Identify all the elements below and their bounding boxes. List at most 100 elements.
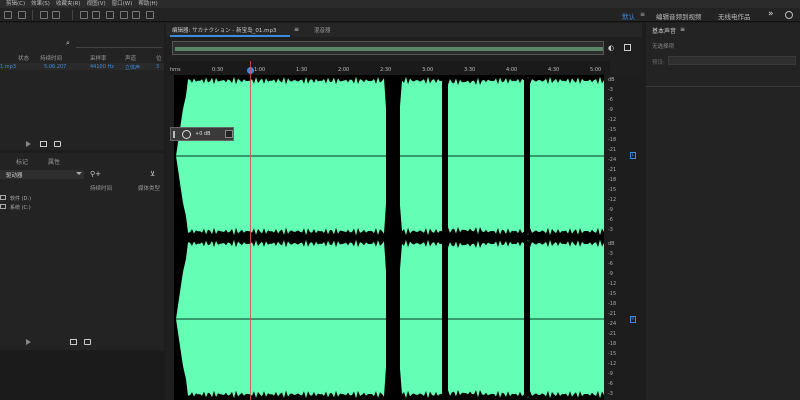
menu-clip[interactable]: 剪辑(C) xyxy=(6,0,25,8)
workspace-overflow-icon[interactable]: » xyxy=(768,9,774,19)
workspace-menu-icon[interactable]: ≡ xyxy=(640,11,645,18)
menu-view[interactable]: 视图(V) xyxy=(87,0,106,8)
channel-badge[interactable]: L xyxy=(630,152,636,160)
marquee-tool-icon[interactable] xyxy=(120,11,128,19)
waveform-view-icon[interactable] xyxy=(4,11,12,19)
file-name: 1.mp3 xyxy=(0,64,16,70)
waveform-overview[interactable] xyxy=(172,41,604,55)
playhead[interactable] xyxy=(250,61,251,400)
export-icon[interactable] xyxy=(70,339,77,345)
panel-title: 基本声音 xyxy=(652,28,677,35)
menu-effects[interactable]: 效果(S) xyxy=(31,0,50,8)
db-label: -18 xyxy=(608,301,617,307)
db-label: -18 xyxy=(608,137,617,143)
workspace-radio[interactable]: 无线电作品 xyxy=(718,11,751,21)
gain-hud[interactable]: +0 dB xyxy=(170,127,234,141)
media-col-type[interactable]: 媒体类型 xyxy=(138,184,160,192)
location-dropdown[interactable]: 驱动器 xyxy=(0,170,84,179)
tab-menu-icon[interactable]: ≡ xyxy=(294,26,299,33)
ruler-tick-label: 3:00 xyxy=(422,67,434,73)
files-col-bits[interactable]: 位 xyxy=(156,54,162,62)
list-item[interactable]: 软件 (D:) xyxy=(0,195,164,202)
tab-editor[interactable]: 编辑器: サカナクション - 新宝岛_01.mp3 xyxy=(172,26,276,34)
db-label: -21 xyxy=(608,147,617,153)
drive-label: 软件 (D:) xyxy=(10,196,32,202)
pin-icon[interactable] xyxy=(225,130,233,138)
tab-markers[interactable]: 标记 xyxy=(16,157,28,166)
tab-mixer[interactable]: 混音器 xyxy=(314,26,331,34)
files-search-underline xyxy=(76,47,162,48)
speaker-icon[interactable] xyxy=(84,339,91,345)
zoom-out-icon[interactable]: ◐ xyxy=(608,44,614,52)
waveform-quiet-gap xyxy=(386,87,400,225)
files-search-icon[interactable]: ⌕ xyxy=(66,39,70,48)
lasso-tool-icon[interactable] xyxy=(132,11,140,19)
menu-window[interactable]: 窗口(W) xyxy=(112,0,133,8)
ruler-tick-label: hms xyxy=(170,67,181,73)
filter-icon[interactable]: ⊻ xyxy=(150,170,155,178)
db-label: -21 xyxy=(608,167,617,173)
level-icon xyxy=(173,131,179,138)
move-tool-icon[interactable] xyxy=(80,11,88,19)
file-rate: 44100 Hz xyxy=(90,64,114,70)
drive-icon xyxy=(0,195,6,200)
waveform-quiet-gap xyxy=(386,250,400,388)
gain-knob-icon[interactable] xyxy=(182,130,191,139)
preset-dropdown[interactable] xyxy=(668,56,796,65)
channel-badge[interactable]: R xyxy=(630,316,636,324)
db-label: -18 xyxy=(608,177,617,183)
brush-tool-icon[interactable] xyxy=(146,11,154,19)
db-label: -3 xyxy=(608,87,613,93)
export-icon[interactable] xyxy=(40,141,47,147)
file-duration: 5:06.207 xyxy=(44,64,67,70)
waveform-quiet-gap xyxy=(524,241,530,397)
pitch-icon[interactable] xyxy=(52,11,60,19)
menu-help[interactable]: 帮助(H) xyxy=(138,0,157,8)
editor-tab-bar: 编辑器: サカナクション - 新宝岛_01.mp3 ≡ 混音器 xyxy=(166,23,642,37)
db-label: -15 xyxy=(608,291,617,297)
ruler-tick-label: 1:30 xyxy=(296,67,308,73)
razor-tool-icon[interactable] xyxy=(92,11,100,19)
files-col-rate[interactable]: 采样率 xyxy=(90,54,107,62)
toolbar-divider xyxy=(32,10,33,20)
panel-menu-icon[interactable]: ≡ xyxy=(680,26,685,33)
media-col-duration[interactable]: 持续时间 xyxy=(90,184,112,192)
ruler-tick-label: 2:00 xyxy=(338,67,350,73)
waveform-display[interactable] xyxy=(174,75,604,400)
db-label: -9 xyxy=(608,371,613,377)
files-col-duration[interactable]: 持续时间 xyxy=(40,54,62,62)
db-label: -15 xyxy=(608,127,617,133)
db-label: dB xyxy=(608,241,615,247)
db-label: -6 xyxy=(608,261,613,267)
db-label: -9 xyxy=(608,107,613,113)
db-label: dB xyxy=(608,77,615,83)
add-shortcut-icon[interactable]: ⚲+ xyxy=(90,170,101,178)
time-ruler[interactable]: hms 0:30 1:00 1:30 2:00 2:30 3:00 3:30 4:00 4:30 5… xyxy=(170,61,610,75)
time-selection-tool-icon[interactable] xyxy=(106,11,114,19)
db-label: -3 xyxy=(608,391,613,397)
search-icon[interactable] xyxy=(785,11,793,19)
menu-favorites[interactable]: 收藏夹(R) xyxy=(56,0,81,8)
list-item[interactable]: 系统 (C:) xyxy=(0,204,164,211)
table-row[interactable]: 1.mp3 5:06.207 44100 Hz 立体声 3 xyxy=(0,63,164,71)
db-label: -3 xyxy=(608,227,613,233)
play-icon[interactable] xyxy=(26,339,32,345)
db-label: -12 xyxy=(608,197,617,203)
ruler-tick-label: 0:30 xyxy=(212,67,224,73)
spectral-icon[interactable] xyxy=(40,11,48,19)
files-col-channels[interactable]: 声道 xyxy=(125,54,136,62)
tab-properties[interactable]: 属性 xyxy=(48,157,60,166)
speaker-icon[interactable] xyxy=(54,141,61,147)
zoom-full-icon[interactable] xyxy=(624,44,631,51)
play-icon[interactable] xyxy=(26,141,32,147)
file-channels: 立体声 xyxy=(125,65,141,71)
workspace-edit-video[interactable]: 编辑音频到视频 xyxy=(656,11,702,21)
files-col-status[interactable]: 状态 xyxy=(18,54,29,62)
editor-panel: 编辑器: サカナクション - 新宝岛_01.mp3 ≡ 混音器 ◐ hms 0:3… xyxy=(166,23,642,400)
multitrack-view-icon[interactable] xyxy=(18,11,26,19)
workspace-default[interactable]: 默认 xyxy=(622,11,635,21)
gain-value: +0 dB xyxy=(195,131,211,137)
ruler-tick-label: 1:00 xyxy=(254,67,266,73)
db-label: -6 xyxy=(608,381,613,387)
db-label: -24 xyxy=(608,321,617,327)
